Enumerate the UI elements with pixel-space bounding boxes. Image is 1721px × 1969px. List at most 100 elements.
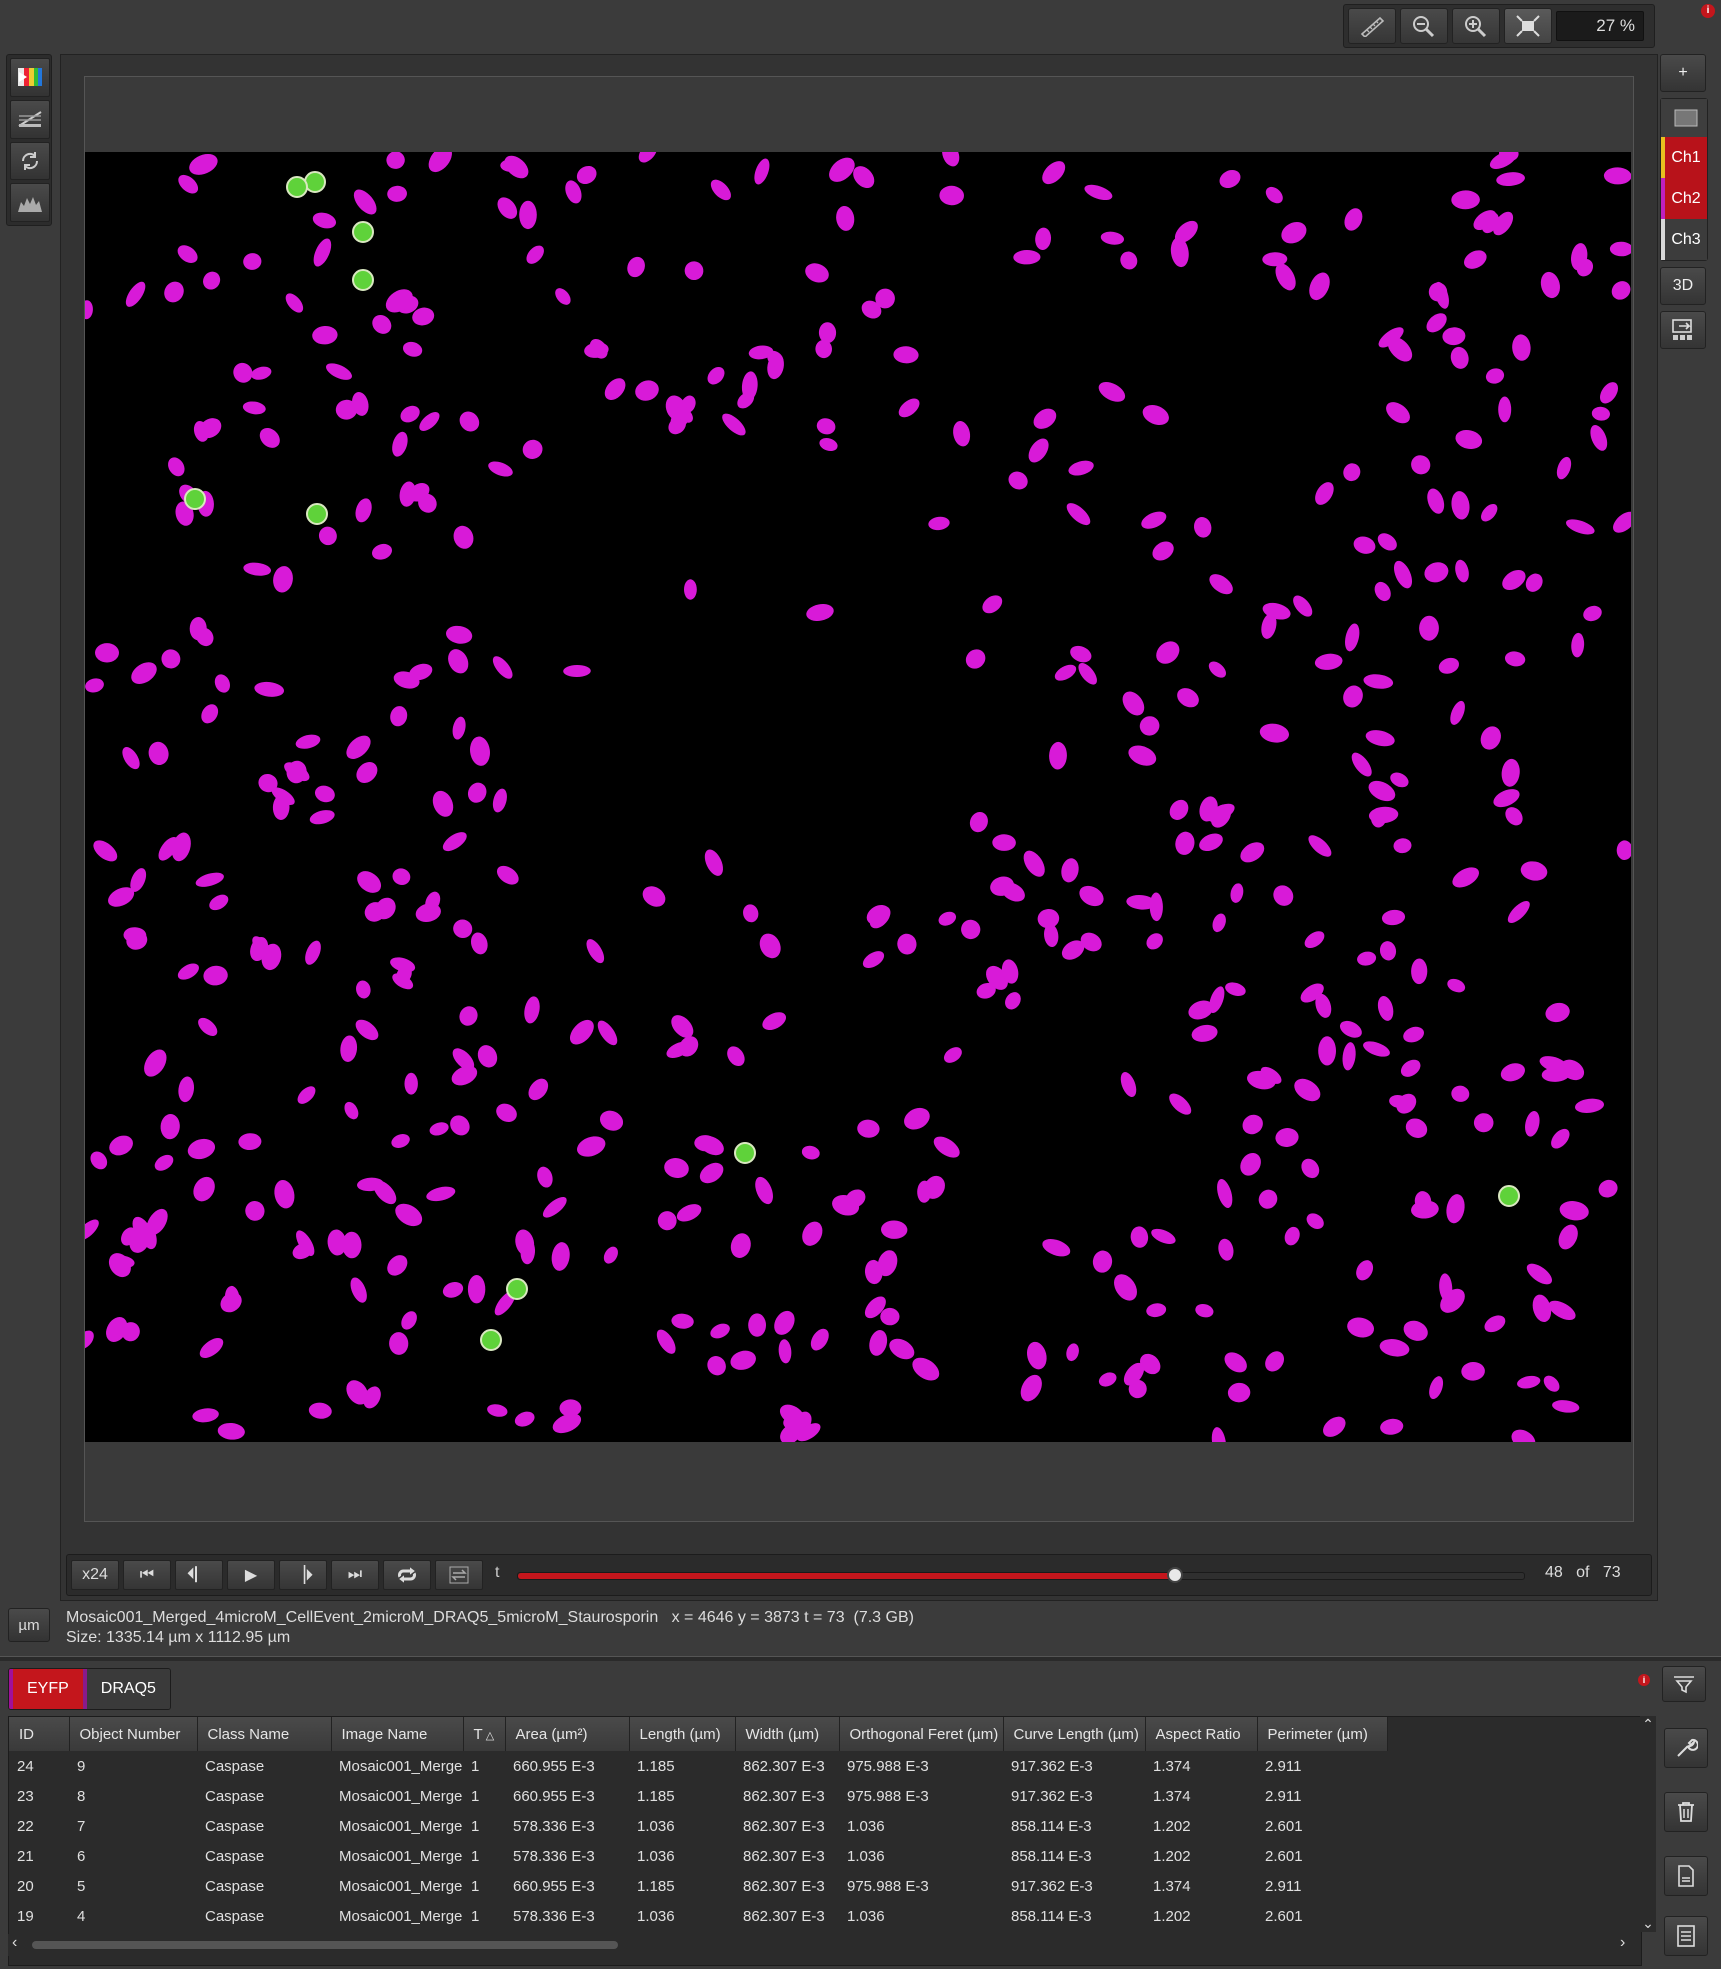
export-button[interactable]	[1660, 311, 1706, 349]
vertical-scrollbar[interactable]: ⌃ ⌄	[1640, 1716, 1656, 1932]
playback-speed-button[interactable]: x24	[71, 1560, 119, 1590]
column-header[interactable]: T △	[463, 1717, 506, 1751]
panel-splitter[interactable]	[0, 1656, 1721, 1661]
column-header[interactable]: Area (µm²)	[505, 1717, 630, 1751]
nucleus	[684, 261, 704, 281]
table-row[interactable]: 20 5 Caspase Mosaic001_Merge 1 660.955 E-3 1.1…	[9, 1871, 1387, 1901]
column-header[interactable]: Aspect Ratio	[1145, 1717, 1258, 1751]
nucleus	[1342, 1042, 1356, 1071]
nucleus	[1042, 1238, 1071, 1257]
nucleus	[1259, 723, 1289, 743]
column-header[interactable]: Curve Length (µm)	[1003, 1717, 1146, 1751]
nucleus	[1574, 1098, 1605, 1113]
nucleus	[1195, 1304, 1214, 1318]
nucleus	[1199, 833, 1223, 852]
nucleus	[1484, 1315, 1506, 1333]
nucleus	[1175, 831, 1195, 855]
info-icon[interactable]: i	[1638, 1674, 1650, 1686]
of-label: of	[1576, 1564, 1590, 1581]
report-button[interactable]	[1664, 1916, 1708, 1956]
table-cell: 578.336 E-3	[513, 1817, 595, 1835]
nucleus	[1308, 835, 1332, 857]
zoom-level-field[interactable]: 27 %	[1556, 11, 1644, 41]
next-frame-button[interactable]: ▕⏵	[279, 1560, 327, 1590]
column-header[interactable]: Length (µm)	[629, 1717, 736, 1751]
nucleus	[1517, 1375, 1541, 1389]
tab-eyfp[interactable]: EYFP	[9, 1669, 83, 1709]
microscopy-image[interactable]	[85, 152, 1631, 1442]
zoom-out-button[interactable]	[1400, 8, 1448, 44]
table-cell: 2.601	[1265, 1817, 1303, 1835]
nucleus	[1293, 595, 1313, 617]
table-row[interactable]: 21 6 Caspase Mosaic001_Merge 1 578.336 E-3 1.0…	[9, 1841, 1387, 1871]
nucleus	[1363, 674, 1394, 689]
nucleus	[1281, 221, 1307, 244]
reset-view-button[interactable]	[10, 141, 50, 181]
column-header[interactable]: Class Name	[197, 1717, 332, 1751]
nucleus	[198, 1017, 218, 1036]
table-row[interactable]: 24 9 Caspase Mosaic001_Merge 1 660.955 E-3 1.1…	[9, 1751, 1387, 1781]
channel-1-button[interactable]: Ch1	[1661, 137, 1707, 178]
fit-to-window-button[interactable]	[1504, 8, 1552, 44]
channel-3-button[interactable]: Ch3	[1661, 219, 1707, 260]
nucleus	[1393, 560, 1413, 589]
scroll-left-icon[interactable]: ‹	[12, 1934, 17, 1952]
nucleus	[1616, 840, 1631, 860]
nucleus	[395, 1203, 423, 1227]
previous-frame-button[interactable]: ⏴▏	[175, 1560, 223, 1590]
nucleus	[1343, 463, 1361, 482]
play-button[interactable]: ▶	[227, 1560, 275, 1590]
column-header[interactable]: Object Number	[69, 1717, 198, 1751]
horizontal-scrollbar[interactable]: ‹ ›	[8, 1934, 1640, 1956]
column-header[interactable]: Orthogonal Feret (µm)	[839, 1717, 1004, 1751]
table-row[interactable]: 22 7 Caspase Mosaic001_Merge 1 578.336 E-3 1.0…	[9, 1811, 1387, 1841]
loop-button[interactable]: 🔁︎	[383, 1560, 431, 1590]
channel-2-button[interactable]: Ch2	[1661, 178, 1707, 219]
last-frame-button[interactable]: ⏭	[331, 1560, 379, 1590]
export-table-button[interactable]	[1664, 1856, 1708, 1896]
table-row[interactable]: 23 8 Caspase Mosaic001_Merge 1 660.955 E-3 1.1…	[9, 1781, 1387, 1811]
channel-color-button[interactable]	[10, 58, 50, 97]
delete-button[interactable]	[1664, 1792, 1708, 1832]
column-header[interactable]: ID	[9, 1717, 70, 1751]
time-slider[interactable]	[517, 1567, 1525, 1583]
nucleus	[577, 1136, 606, 1157]
histogram-button[interactable]	[10, 183, 50, 222]
column-header[interactable]: Width (µm)	[735, 1717, 840, 1751]
all-channels-button[interactable]	[1661, 99, 1707, 137]
ruler-button[interactable]	[1348, 8, 1396, 44]
unit-toggle-button[interactable]: µm	[8, 1608, 50, 1642]
swap-button[interactable]	[435, 1560, 483, 1590]
first-frame-button[interactable]: ⏮	[123, 1560, 171, 1590]
channel-group: Ch1 Ch2 Ch3	[1660, 98, 1708, 261]
nucleus	[497, 197, 518, 219]
add-button[interactable]: +	[1660, 54, 1706, 92]
zoom-in-button[interactable]	[1452, 8, 1500, 44]
nucleus	[1351, 752, 1372, 777]
nucleus	[312, 212, 337, 229]
nucleus	[982, 595, 1003, 614]
column-header[interactable]: Perimeter (µm)	[1257, 1717, 1388, 1751]
nucleus	[635, 380, 659, 401]
nucleus	[452, 716, 466, 740]
tab-draq5[interactable]: DRAQ5	[82, 1669, 170, 1709]
scroll-down-icon[interactable]: ⌄	[1640, 1915, 1656, 1932]
edit-tool-button[interactable]	[1664, 1728, 1708, 1768]
nucleus	[356, 980, 371, 999]
time-slider-thumb[interactable]	[1166, 1567, 1183, 1583]
nucleus	[314, 785, 335, 803]
nucleus	[710, 179, 731, 201]
scroll-right-icon[interactable]: ›	[1620, 1934, 1625, 1952]
nucleus	[551, 1242, 570, 1271]
info-icon[interactable]: i	[1701, 4, 1715, 18]
nucleus	[638, 152, 658, 163]
scroll-up-icon[interactable]: ⌃	[1640, 1716, 1656, 1733]
display-adjust-button[interactable]	[10, 99, 50, 139]
table-row[interactable]: 19 4 Caspase Mosaic001_Merge 1 578.336 E-3 1.0…	[9, 1901, 1387, 1931]
3d-view-button[interactable]: 3D	[1660, 267, 1706, 305]
filter-button[interactable]	[1662, 1666, 1706, 1702]
horizontal-scroll-thumb[interactable]	[32, 1941, 618, 1949]
nucleus	[1583, 605, 1602, 622]
column-header[interactable]: Image Name	[331, 1717, 464, 1751]
nucleus	[318, 526, 337, 546]
